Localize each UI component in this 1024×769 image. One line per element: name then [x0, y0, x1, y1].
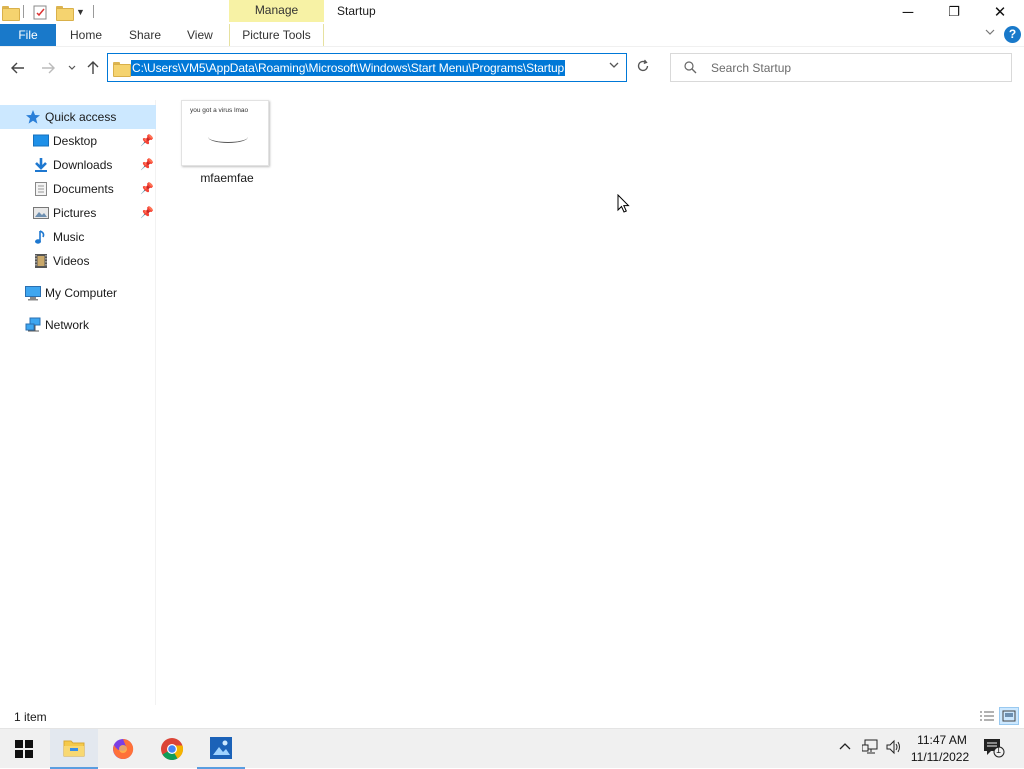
file-name[interactable]: mfaemfae — [179, 171, 275, 185]
large-icons-view-icon[interactable] — [999, 707, 1019, 725]
customize-qat-icon[interactable]: ▼ — [76, 3, 85, 21]
sidebar-item-documents[interactable]: Documents 📌 — [0, 177, 156, 201]
mouse-cursor-icon — [617, 193, 631, 214]
pin-icon[interactable]: 📌 — [140, 182, 154, 195]
sidebar-item-label: Quick access — [45, 110, 117, 124]
details-view-icon[interactable] — [977, 707, 997, 725]
pin-icon[interactable]: 📌 — [140, 134, 154, 147]
ribbon-tabs: File Home Share View Picture Tools ? — [0, 24, 1024, 46]
search-input[interactable]: Search Startup — [711, 61, 791, 75]
firefox-icon[interactable] — [99, 729, 147, 769]
tab-picture-tools[interactable]: Picture Tools — [229, 24, 324, 46]
sidebar-item-label: Downloads — [53, 158, 113, 172]
sidebar-item-music[interactable]: Music — [0, 225, 156, 249]
file-explorer-icon[interactable] — [50, 729, 98, 769]
folder-icon — [2, 3, 20, 21]
maximize-button[interactable]: ❐ — [931, 0, 977, 24]
new-folder-icon[interactable] — [56, 3, 74, 21]
taskbar: 11:47 AM 11/11/2022 1 — [0, 728, 1024, 769]
sidebar-item-label: Music — [53, 230, 85, 244]
pin-icon[interactable]: 📌 — [140, 158, 154, 171]
sidebar-item-label: Network — [45, 318, 90, 332]
notification-count: 1 — [996, 745, 1002, 755]
back-button[interactable] — [8, 57, 28, 79]
navigation-pane: Quick access Desktop 📌 Downloads 📌 Docum… — [0, 100, 156, 705]
sidebar-item-label: Videos — [53, 254, 90, 268]
refresh-icon[interactable] — [632, 57, 654, 79]
manage-tab[interactable]: Manage — [229, 0, 324, 22]
help-button[interactable]: ? — [1004, 26, 1021, 43]
computer-icon — [25, 285, 41, 301]
sidebar-item-desktop[interactable]: Desktop 📌 — [0, 129, 156, 153]
address-bar[interactable]: C:\Users\VM5\AppData\Roaming\Microsoft\W… — [107, 53, 627, 82]
sidebar-item-label: My Computer — [45, 286, 118, 300]
videos-icon — [33, 253, 49, 269]
tab-share[interactable]: Share — [129, 24, 161, 46]
title-bar: ▼ Manage Startup ─ ❐ ✕ — [0, 0, 1024, 24]
item-count: 1 item — [14, 710, 47, 724]
file-thumbnail[interactable]: you got a virus lmao — [181, 100, 269, 166]
chrome-icon[interactable] — [148, 729, 196, 769]
sidebar-item-label: Pictures — [53, 206, 97, 220]
tab-view[interactable]: View — [187, 24, 213, 46]
star-icon — [25, 109, 41, 125]
sidebar-item-label: Desktop — [53, 134, 98, 148]
pictures-icon — [33, 205, 49, 221]
window-title: Startup — [337, 4, 376, 18]
sidebar-item-network[interactable]: Network — [0, 313, 156, 337]
forward-button[interactable] — [38, 57, 58, 79]
up-button[interactable] — [83, 57, 103, 79]
show-hidden-icons-icon[interactable] — [838, 739, 852, 754]
sidebar-item-pictures[interactable]: Pictures 📌 — [0, 201, 156, 225]
clock-date[interactable]: 11/11/2022 — [905, 750, 975, 764]
file-list[interactable]: you got a virus lmao mfaemfae — [157, 90, 1024, 705]
notifications-icon[interactable]: 1 — [983, 738, 1005, 761]
properties-icon[interactable] — [33, 3, 48, 21]
volume-icon[interactable] — [886, 739, 902, 758]
network-icon — [25, 317, 41, 333]
folder-icon — [113, 62, 131, 77]
clock-time[interactable]: 11:47 AM — [912, 733, 972, 747]
address-dropdown-icon[interactable] — [608, 59, 620, 74]
sidebar-item-downloads[interactable]: Downloads 📌 — [0, 153, 156, 177]
navigation-bar: C:\Users\VM5\AppData\Roaming\Microsoft\W… — [0, 46, 1024, 90]
thumbnail-text: you got a virus lmao — [190, 107, 249, 114]
minimize-button[interactable]: ─ — [885, 0, 931, 24]
tab-file[interactable]: File — [0, 24, 56, 46]
qat-separator — [23, 5, 24, 18]
expand-ribbon-icon[interactable] — [984, 26, 996, 41]
downloads-icon — [33, 157, 49, 173]
desktop-icon — [33, 133, 49, 149]
pin-icon[interactable]: 📌 — [140, 206, 154, 219]
sidebar-item-quick-access[interactable]: Quick access — [0, 105, 156, 129]
thumbnail-smile — [208, 131, 248, 143]
recent-locations-icon[interactable] — [62, 57, 82, 79]
documents-icon — [33, 181, 49, 197]
sidebar-item-label: Documents — [53, 182, 114, 196]
search-box[interactable]: Search Startup — [670, 53, 1012, 82]
qat-separator — [93, 5, 94, 18]
music-icon — [33, 229, 49, 245]
search-icon — [683, 60, 697, 77]
address-input[interactable]: C:\Users\VM5\AppData\Roaming\Microsoft\W… — [131, 60, 566, 76]
close-button[interactable]: ✕ — [977, 0, 1023, 24]
start-button[interactable] — [0, 729, 48, 769]
sidebar-item-videos[interactable]: Videos — [0, 249, 156, 273]
tab-home[interactable]: Home — [70, 24, 102, 46]
status-bar: 1 item — [0, 705, 1024, 728]
network-status-icon[interactable] — [861, 739, 880, 758]
photos-icon[interactable] — [197, 729, 245, 769]
sidebar-item-my-computer[interactable]: My Computer — [0, 281, 156, 305]
